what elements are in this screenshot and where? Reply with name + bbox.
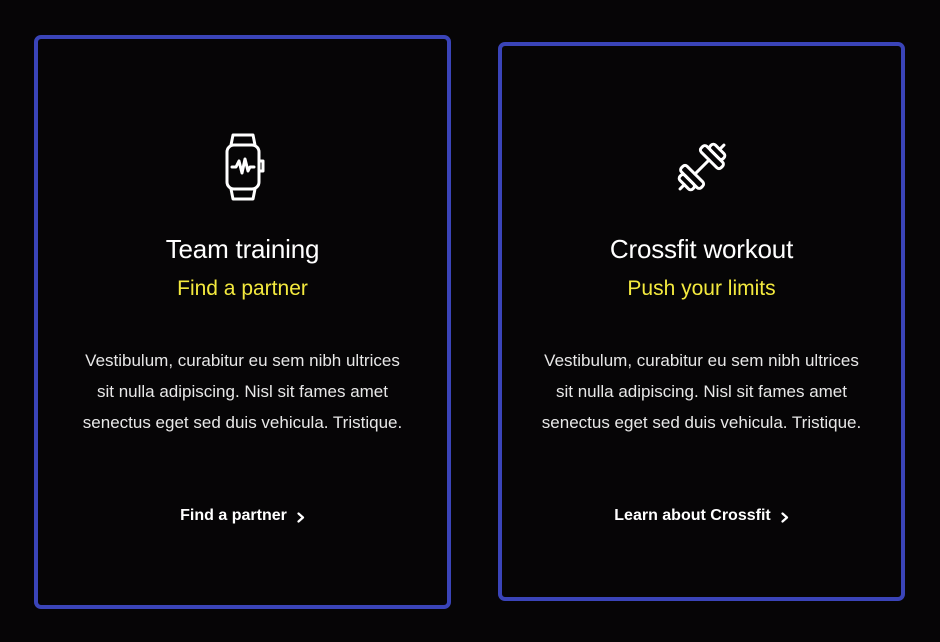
card-subtitle: Push your limits [627,277,776,300]
dumbbell-icon [664,129,740,205]
chevron-right-icon [297,510,305,523]
link-label: Find a partner [180,507,287,524]
find-a-partner-link[interactable]: Find a partner [38,507,447,525]
smartwatch-icon [205,129,281,205]
link-label: Learn about Crossfit [614,507,771,524]
card-title: Team training [165,234,320,264]
card-team-training: Team training Find a partner Vestibulum,… [34,35,451,609]
card-subtitle: Find a partner [177,277,308,300]
chevron-right-icon [781,510,789,523]
card-title: Crossfit workout [609,234,794,264]
card-body: Vestibulum, curabitur eu sem nibh ultric… [541,351,862,432]
card-body: Vestibulum, curabitur eu sem nibh ultric… [82,351,403,432]
card-crossfit-workout: Crossfit workout Push your limits Vestib… [498,42,905,601]
learn-about-crossfit-link[interactable]: Learn about Crossfit [502,507,901,525]
